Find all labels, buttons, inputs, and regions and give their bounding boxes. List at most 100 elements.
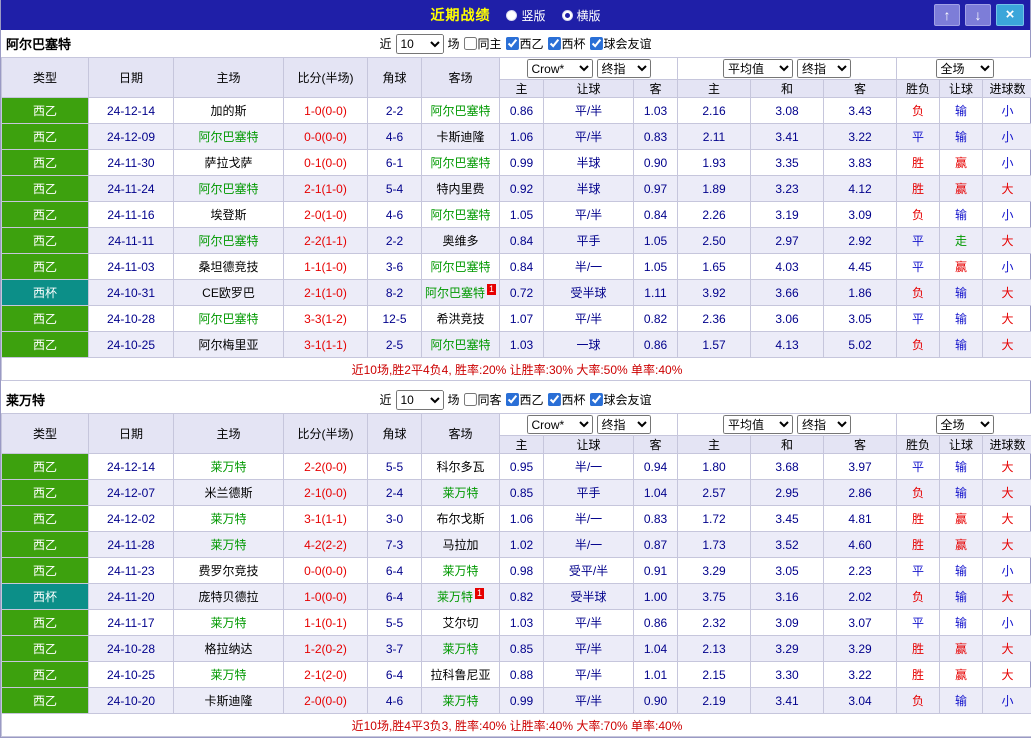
filter-cup[interactable]: 西杯 (548, 391, 586, 408)
away-team[interactable]: 卡斯迪隆 (422, 124, 500, 150)
home-team[interactable]: 阿尔巴塞特 (174, 306, 284, 332)
away-team[interactable]: 特内里费 (422, 176, 500, 202)
move-down-button[interactable]: ↓ (965, 4, 991, 26)
summary-row: 近10场,胜2平4负4, 胜率:20% 让胜率:30% 大率:50% 单率:40… (2, 358, 1031, 381)
col-goals: 进球数 (983, 80, 1031, 98)
home-team[interactable]: 莱万特 (174, 610, 284, 636)
filter-cup[interactable]: 西杯 (548, 35, 586, 52)
section-header: 阿尔巴塞特 近 10 场 同主 西乙 西杯 (1, 30, 1030, 57)
score: 2-0(0-0) (284, 688, 368, 714)
away-team[interactable]: 艾尔切 (422, 610, 500, 636)
home-team[interactable]: 卡斯迪隆 (174, 688, 284, 714)
goals-result: 大 (983, 506, 1031, 532)
away-team[interactable]: 阿尔巴塞特 (422, 254, 500, 280)
home-team[interactable]: 阿尔梅里亚 (174, 332, 284, 358)
handicap-line: 平/半 (544, 662, 634, 688)
handicap-away-odds: 0.84 (634, 202, 678, 228)
away-team[interactable]: 阿尔巴塞特 (422, 150, 500, 176)
home-team[interactable]: 庞特贝德拉 (174, 584, 284, 610)
filter-league[interactable]: 西乙 (506, 35, 544, 52)
home-team[interactable]: 阿尔巴塞特 (174, 124, 284, 150)
home-team[interactable]: 莱万特 (174, 454, 284, 480)
cup-checkbox[interactable] (548, 37, 561, 50)
corner-score: 2-5 (368, 332, 422, 358)
score: 0-0(0-0) (284, 558, 368, 584)
average-draw-odds: 3.41 (751, 688, 824, 714)
radio-horizontal-layout[interactable]: 横版 (562, 7, 601, 24)
away-team[interactable]: 马拉加 (422, 532, 500, 558)
same-venue-checkbox[interactable] (463, 37, 476, 50)
match-row: 西杯24-11-20庞特贝德拉1-0(0-0)6-4莱万特10.82受半球1.0… (2, 584, 1031, 610)
average-stage-select[interactable]: 终指 (797, 415, 851, 434)
match-row: 西乙24-11-11阿尔巴塞特2-2(1-1)2-2奥维多0.84平手1.052… (2, 228, 1031, 254)
result: 平 (897, 228, 940, 254)
fulltime-select[interactable]: 全场 (936, 59, 994, 78)
friendly-checkbox[interactable] (590, 37, 603, 50)
average-home-odds: 1.93 (678, 150, 751, 176)
result: 负 (897, 332, 940, 358)
close-icon: × (1006, 6, 1015, 23)
away-team[interactable]: 拉科鲁尼亚 (422, 662, 500, 688)
filter-league[interactable]: 西乙 (506, 391, 544, 408)
odds-stage-select[interactable]: 终指 (597, 415, 651, 434)
away-team[interactable]: 阿尔巴塞特1 (422, 280, 500, 306)
filter-same-venue[interactable]: 同客 (463, 391, 501, 408)
away-team[interactable]: 莱万特 (422, 688, 500, 714)
away-team[interactable]: 阿尔巴塞特 (422, 202, 500, 228)
match-count-select[interactable]: 10 (395, 34, 443, 54)
move-up-button[interactable]: ↑ (934, 4, 960, 26)
average-stage-select[interactable]: 终指 (797, 59, 851, 78)
radio-icon (506, 10, 517, 21)
topbar-buttons: ↑ ↓ × (934, 4, 1030, 26)
home-team[interactable]: 莱万特 (174, 506, 284, 532)
handicap-result: 赢 (940, 532, 983, 558)
away-team[interactable]: 阿尔巴塞特 (422, 332, 500, 358)
home-team[interactable]: 埃登斯 (174, 202, 284, 228)
home-team[interactable]: 费罗尔竞技 (174, 558, 284, 584)
bookmaker-select[interactable]: Crow* (527, 415, 593, 434)
close-button[interactable]: × (996, 4, 1024, 26)
handicap-result: 赢 (940, 254, 983, 280)
home-team[interactable]: 米兰德斯 (174, 480, 284, 506)
average-draw-odds: 3.45 (751, 506, 824, 532)
cup-checkbox[interactable] (548, 393, 561, 406)
away-team[interactable]: 布尔戈斯 (422, 506, 500, 532)
away-team[interactable]: 奥维多 (422, 228, 500, 254)
away-team[interactable]: 希洪竞技 (422, 306, 500, 332)
filter-same-venue[interactable]: 同主 (463, 35, 501, 52)
average-select[interactable]: 平均值 (723, 59, 793, 78)
filter-friendly[interactable]: 球会友谊 (590, 35, 652, 52)
col-result: 胜负 (897, 80, 940, 98)
near-label: 近 (379, 35, 391, 52)
away-team[interactable]: 莱万特1 (422, 584, 500, 610)
friendly-checkbox[interactable] (590, 393, 603, 406)
away-team[interactable]: 莱万特 (422, 558, 500, 584)
goals-result: 大 (983, 636, 1031, 662)
filter-friendly[interactable]: 球会友谊 (590, 391, 652, 408)
away-team[interactable]: 科尔多瓦 (422, 454, 500, 480)
away-team[interactable]: 莱万特 (422, 636, 500, 662)
average-select[interactable]: 平均值 (723, 415, 793, 434)
league-checkbox[interactable] (506, 37, 519, 50)
home-team[interactable]: 阿尔巴塞特 (174, 176, 284, 202)
bookmaker-select[interactable]: Crow* (527, 59, 593, 78)
home-team[interactable]: 桑坦德竞技 (174, 254, 284, 280)
home-team[interactable]: 阿尔巴塞特 (174, 228, 284, 254)
home-team[interactable]: 格拉纳达 (174, 636, 284, 662)
match-count-select[interactable]: 10 (395, 390, 443, 410)
fulltime-select[interactable]: 全场 (936, 415, 994, 434)
average-away-odds: 2.23 (824, 558, 897, 584)
odds-stage-select[interactable]: 终指 (597, 59, 651, 78)
home-team[interactable]: 莱万特 (174, 532, 284, 558)
radio-vertical-layout[interactable]: 竖版 (506, 7, 545, 24)
home-team[interactable]: 萨拉戈萨 (174, 150, 284, 176)
away-team[interactable]: 阿尔巴塞特 (422, 98, 500, 124)
handicap-result: 赢 (940, 662, 983, 688)
home-team[interactable]: 莱万特 (174, 662, 284, 688)
same-venue-checkbox[interactable] (463, 393, 476, 406)
home-team[interactable]: 加的斯 (174, 98, 284, 124)
same-venue-label: 同主 (477, 35, 501, 52)
league-checkbox[interactable] (506, 393, 519, 406)
away-team[interactable]: 莱万特 (422, 480, 500, 506)
home-team[interactable]: CE欧罗巴 (174, 280, 284, 306)
